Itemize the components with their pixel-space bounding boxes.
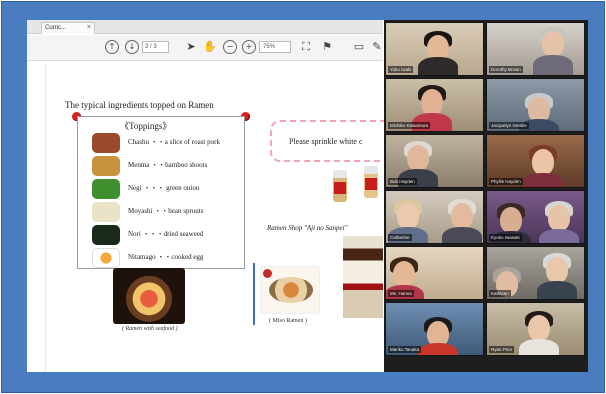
comment-icon[interactable]: ▭	[352, 40, 366, 54]
document-tab[interactable]: Curric... ×	[41, 22, 95, 34]
participant-tile[interactable]: Phyllis Hayden	[486, 134, 585, 188]
hand-tool-icon[interactable]: ✋	[203, 40, 217, 54]
participant-tile[interactable]: Catherine	[385, 190, 484, 244]
slide-heading: The typical ingredients topped on Ramen	[65, 100, 214, 110]
participant-name: Kyoko Iwasaki	[489, 234, 522, 241]
video-gallery: Yoko Iwaki Dorothy Brown Michiko Kawamur…	[384, 20, 588, 372]
participant-tile[interactable]: Jacquelyn Gentile	[486, 78, 585, 132]
topping-row: Chashu ・・a slice of roast pork	[92, 133, 242, 153]
participant-name: Jacquelyn Gentile	[489, 122, 529, 129]
document-tab-label: Curric...	[45, 25, 66, 31]
pdf-toolbar: ↑ ↓ 3 / 3 ➤ ✋ − + 75% ⛶ ⚑ ▭ ✎	[27, 35, 383, 61]
miso-ramen-photo	[260, 266, 320, 314]
seafood-ramen-photo	[113, 268, 185, 324]
topping-name: Chashu	[128, 138, 149, 146]
close-tab-icon[interactable]: ×	[87, 24, 91, 31]
topping-name: Negi	[128, 184, 142, 192]
pepper-shaker-image	[364, 166, 378, 198]
menma-image	[92, 156, 120, 176]
pdf-tab-bar: Curric... ×	[27, 20, 383, 34]
topping-desc: ・・cooked egg	[157, 253, 204, 261]
cursor-icon[interactable]: ➤	[184, 40, 198, 54]
stamp-icon[interactable]: ⚑	[320, 40, 334, 54]
ramen-shop-photo	[343, 236, 383, 318]
shop-title: Ramen Shop "Aji no Sanpei"	[267, 224, 348, 232]
participant-tile[interactable]: Mariko Tanaka	[385, 302, 484, 356]
topping-row: Menma ・・bamboo shoots	[92, 156, 242, 176]
miso-caption: ( Miso Ramen )	[269, 318, 307, 324]
zoom-out-icon[interactable]: −	[223, 40, 237, 54]
participant-name: Phyllis Hayden	[489, 178, 523, 185]
participant-name: Yoko Iwaki	[388, 66, 414, 73]
topping-desc: ・・a slice of roast pork	[150, 138, 220, 146]
shared-screen: Curric... × ↑ ↓ 3 / 3 ➤ ✋ − + 75% ⛶ ⚑ ▭ …	[27, 20, 588, 372]
topping-row: Nitamago ・・cooked egg	[92, 248, 242, 268]
topping-desc: ・・bean sprouts	[154, 207, 204, 215]
blue-frame: Curric... × ↑ ↓ 3 / 3 ➤ ✋ − + 75% ⛶ ⚑ ▭ …	[1, 1, 605, 393]
badge-icon	[263, 269, 272, 278]
participant-tile[interactable]: Ms. Hanna	[385, 246, 484, 300]
page-up-icon[interactable]: ↑	[105, 40, 119, 54]
sprinkle-text: Please sprinkle white c	[289, 137, 363, 146]
topping-row: Negi ・・・ green onion	[92, 179, 242, 199]
negi-image	[92, 179, 120, 199]
page-number-field[interactable]: 3 / 3	[142, 41, 169, 53]
topping-name: Menma	[128, 161, 150, 169]
topping-desc: ・・・ green onion	[143, 184, 200, 192]
toppings-card: 《Toppings》 Chashu ・・a slice of roast por…	[77, 116, 245, 269]
participant-name: Mariko Tanaka	[388, 346, 422, 353]
participant-name: Kathleen	[489, 290, 511, 297]
participant-tile[interactable]: Kathleen	[486, 246, 585, 300]
chashu-image	[92, 133, 120, 153]
topping-name: Nitamago	[128, 253, 156, 261]
participant-tile[interactable]: Kyoko Iwasaki	[486, 190, 585, 244]
divider-line	[253, 263, 255, 325]
participant-tile[interactable]: Ryan Prior	[486, 302, 585, 356]
zoom-in-icon[interactable]: +	[242, 40, 256, 54]
fit-page-icon[interactable]: ⛶	[299, 40, 313, 54]
ramen-bowl-image	[269, 277, 313, 303]
participant-tile[interactable]: Yoko Iwaki	[385, 22, 484, 76]
pepper-shaker-image	[333, 170, 347, 202]
ramen-caption: ( Ramen with seafood )	[122, 326, 178, 332]
participant-tile[interactable]: Dorothy Brown	[486, 22, 585, 76]
toppings-title: 《Toppings》	[120, 121, 172, 131]
zoom-level-select[interactable]: 75%	[259, 41, 291, 53]
participant-tile[interactable]: Bob Hayden	[385, 134, 484, 188]
participant-name: Ryan Prior	[489, 346, 515, 353]
nitamago-image	[92, 248, 120, 268]
participant-name: Catherine	[388, 234, 412, 241]
pen-icon[interactable]: ✎	[370, 40, 384, 54]
participant-name: Dorothy Brown	[489, 66, 523, 73]
topping-row: Nori ・・・dried seaweed	[92, 225, 242, 245]
topping-desc: ・・bamboo shoots	[151, 161, 208, 169]
topping-name: Nori	[128, 230, 141, 238]
topping-desc: ・・・dried seaweed	[142, 230, 204, 238]
nori-image	[92, 225, 120, 245]
topping-row: Moyashi ・・bean sprouts	[92, 202, 242, 222]
topping-name: Moyashi	[128, 207, 153, 215]
participant-name: Michiko Kawamura	[388, 122, 431, 129]
page-down-icon[interactable]: ↓	[125, 40, 139, 54]
moyashi-image	[92, 202, 120, 222]
participant-name: Ms. Hanna	[388, 290, 414, 297]
participant-tile[interactable]: Michiko Kawamura	[385, 78, 484, 132]
participant-name: Bob Hayden	[388, 178, 417, 185]
